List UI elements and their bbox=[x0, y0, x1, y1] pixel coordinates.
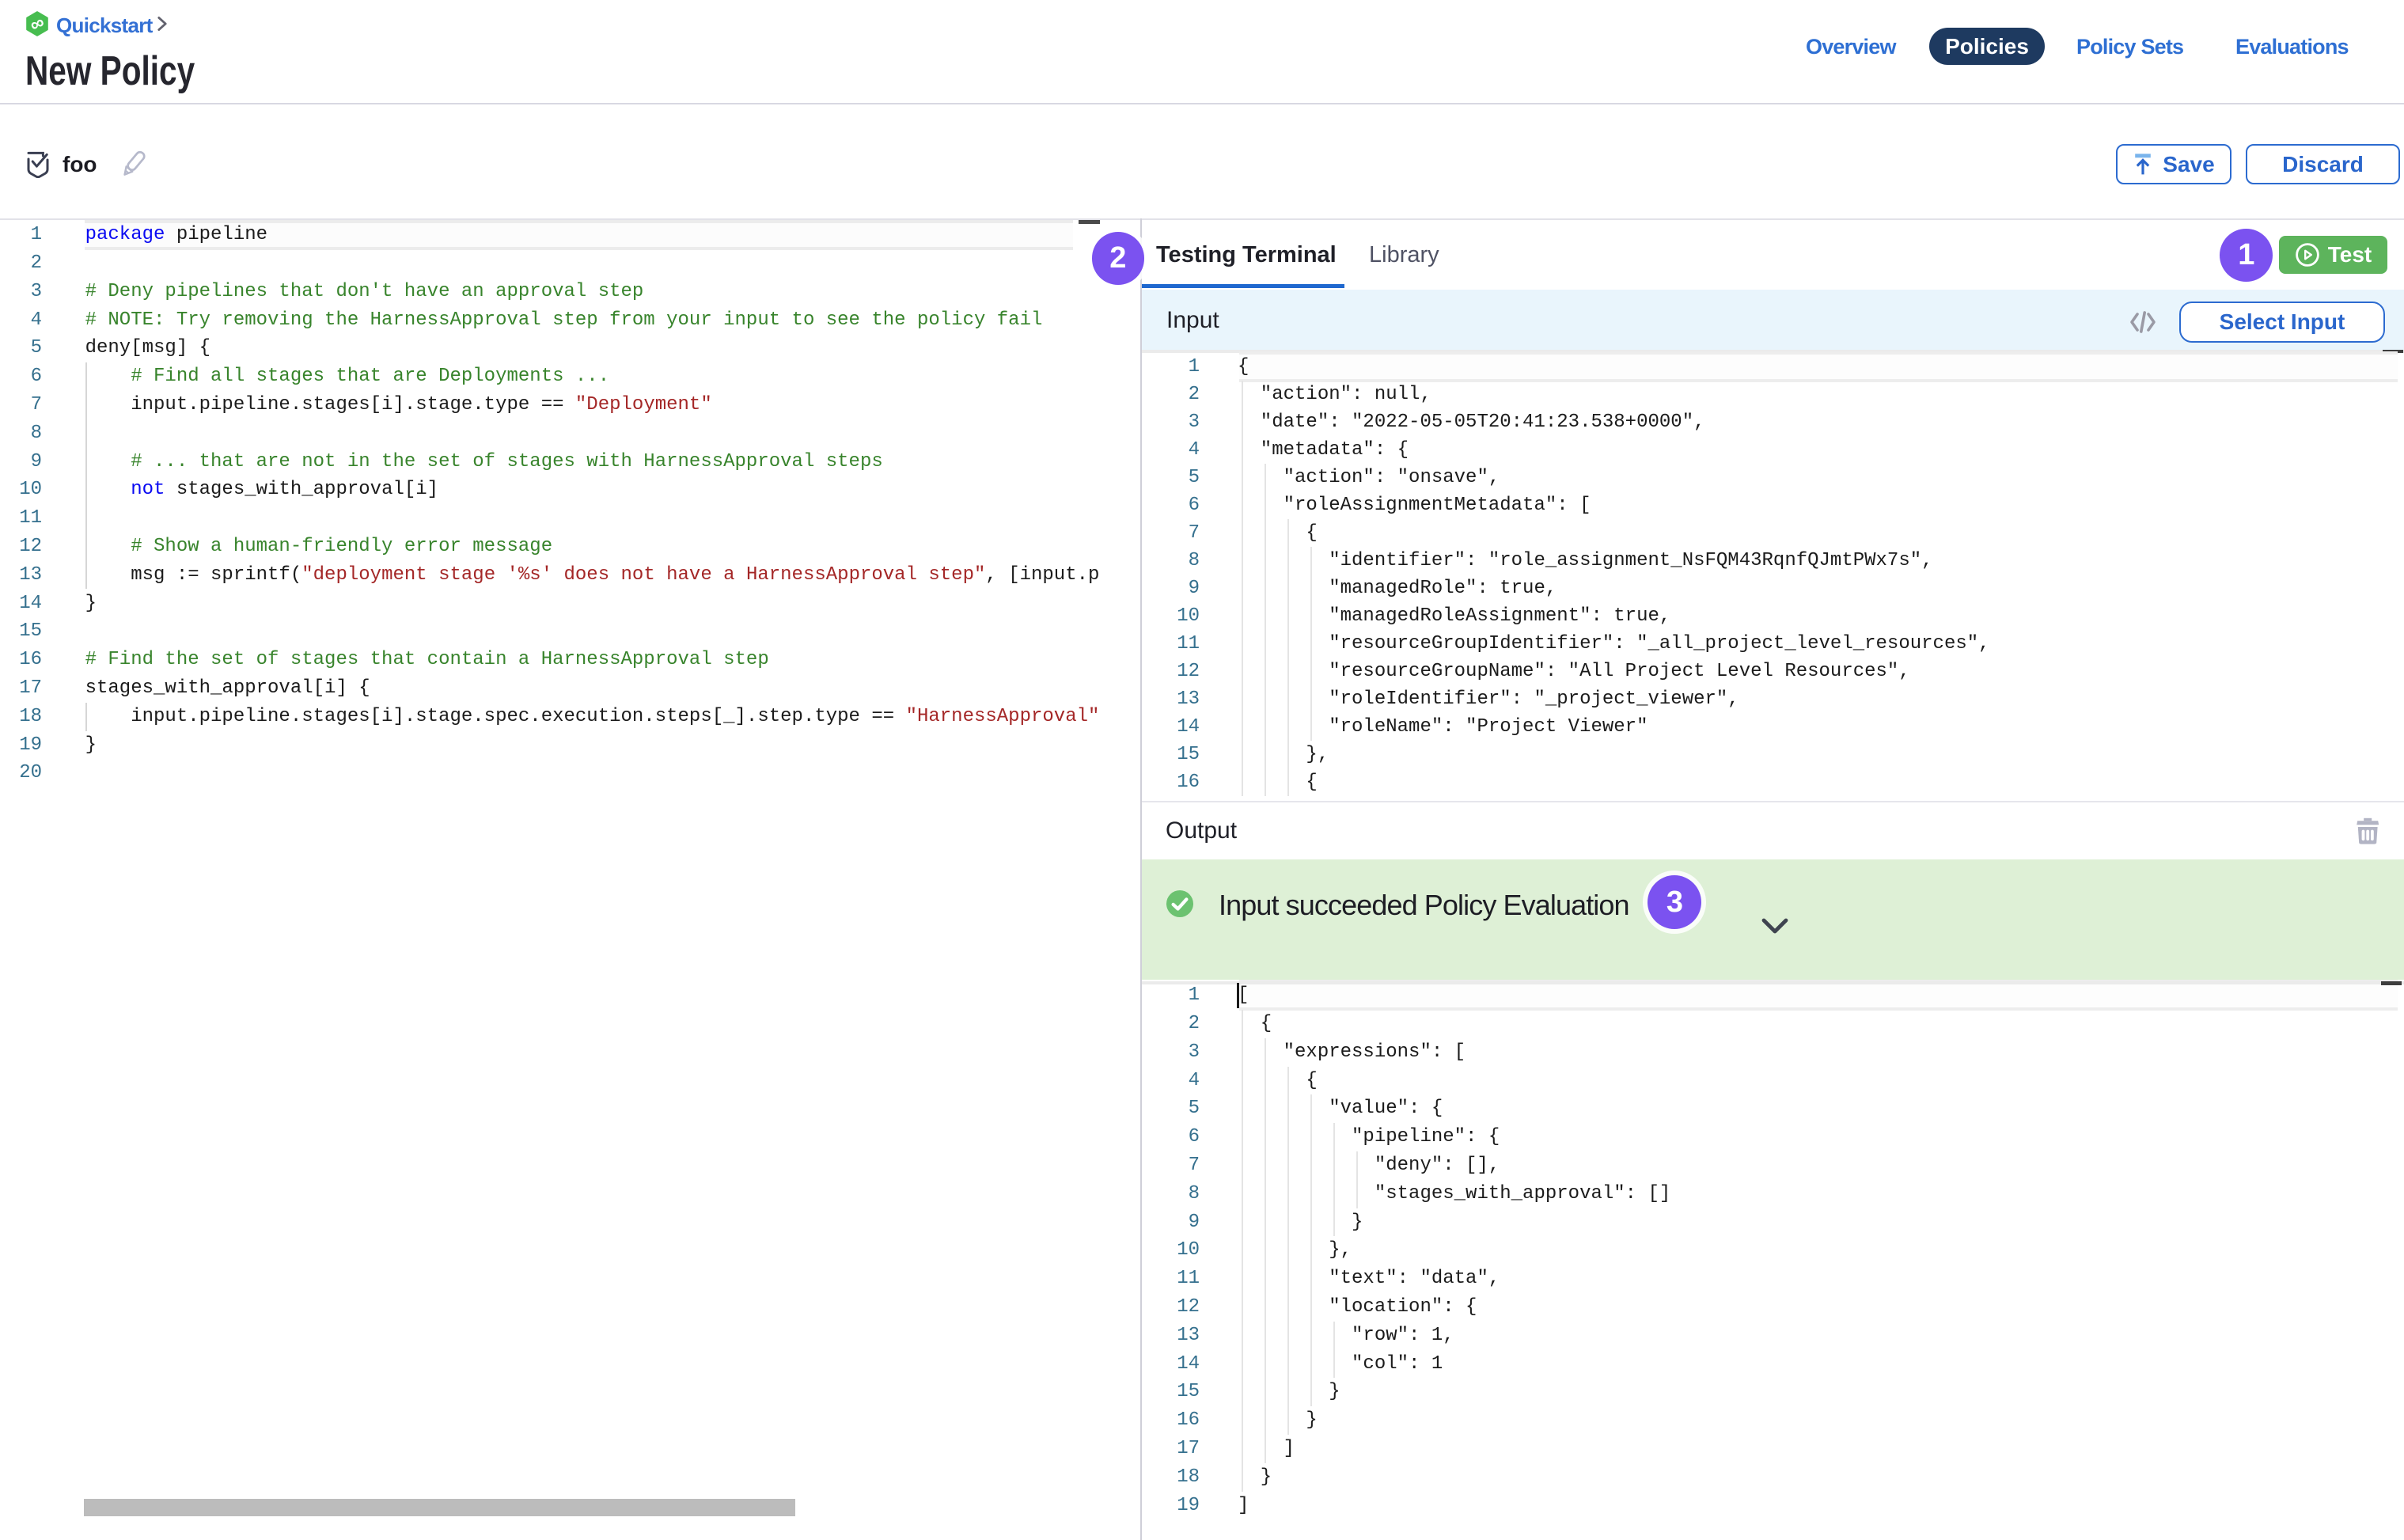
svg-text:∞: ∞ bbox=[27, 11, 48, 36]
